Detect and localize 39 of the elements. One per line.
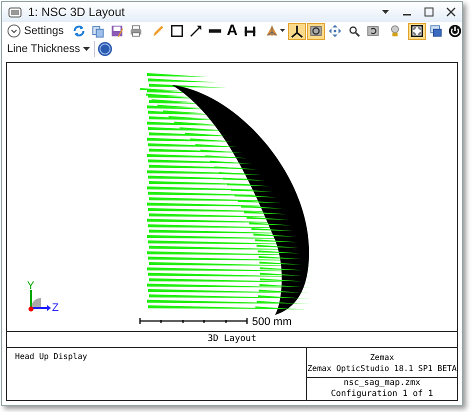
save-icon	[110, 24, 124, 38]
plot-title: 3D Layout	[7, 332, 457, 348]
chevron-icon	[7, 24, 21, 38]
rotate-icon	[308, 24, 323, 38]
dropdown-icon[interactable]	[381, 9, 390, 15]
windows-icon	[428, 24, 443, 38]
scale-label: 500 mm	[252, 316, 292, 328]
search-icon	[346, 24, 361, 38]
axis-label: Z	[52, 302, 59, 314]
dimension-icon	[242, 24, 257, 38]
window-icon	[8, 6, 22, 18]
settings-button[interactable]: Settings	[5, 22, 66, 40]
pyramid-icon	[264, 24, 279, 38]
company-name: Zemax	[370, 352, 394, 362]
refresh-icon	[72, 24, 86, 38]
pan-icon	[328, 24, 342, 38]
caret-icon	[83, 46, 90, 52]
axes-button[interactable]	[288, 22, 306, 40]
file-name: nsc_sag_map.zmx	[344, 378, 420, 389]
axes-icon	[290, 24, 304, 38]
fit-icon	[410, 24, 424, 38]
close-icon[interactable]	[446, 7, 456, 17]
plot-note: Head Up Display	[7, 348, 307, 400]
text-tool-button[interactable]: A	[224, 22, 240, 40]
rotate-button[interactable]	[306, 22, 325, 40]
undo-icon	[366, 24, 380, 38]
window-title: 1: NSC 3D Layout	[28, 5, 125, 19]
product-version: Zemax OpticStudio 18.1 SP1 BETA	[307, 362, 457, 374]
maximize-icon[interactable]	[424, 7, 434, 17]
fit-button[interactable]	[408, 22, 426, 40]
print-icon	[128, 24, 143, 38]
arrow-icon	[188, 24, 203, 38]
configuration-label: Configuration 1 of 1	[330, 389, 434, 400]
line-thickness-dropdown[interactable]: Line Thickness	[5, 43, 92, 55]
rectangle-icon	[170, 24, 184, 38]
copy-icon	[90, 24, 105, 38]
help-icon[interactable]	[97, 41, 114, 57]
axis-label: Y	[27, 280, 34, 292]
axis-triad-drawing	[28, 290, 51, 312]
